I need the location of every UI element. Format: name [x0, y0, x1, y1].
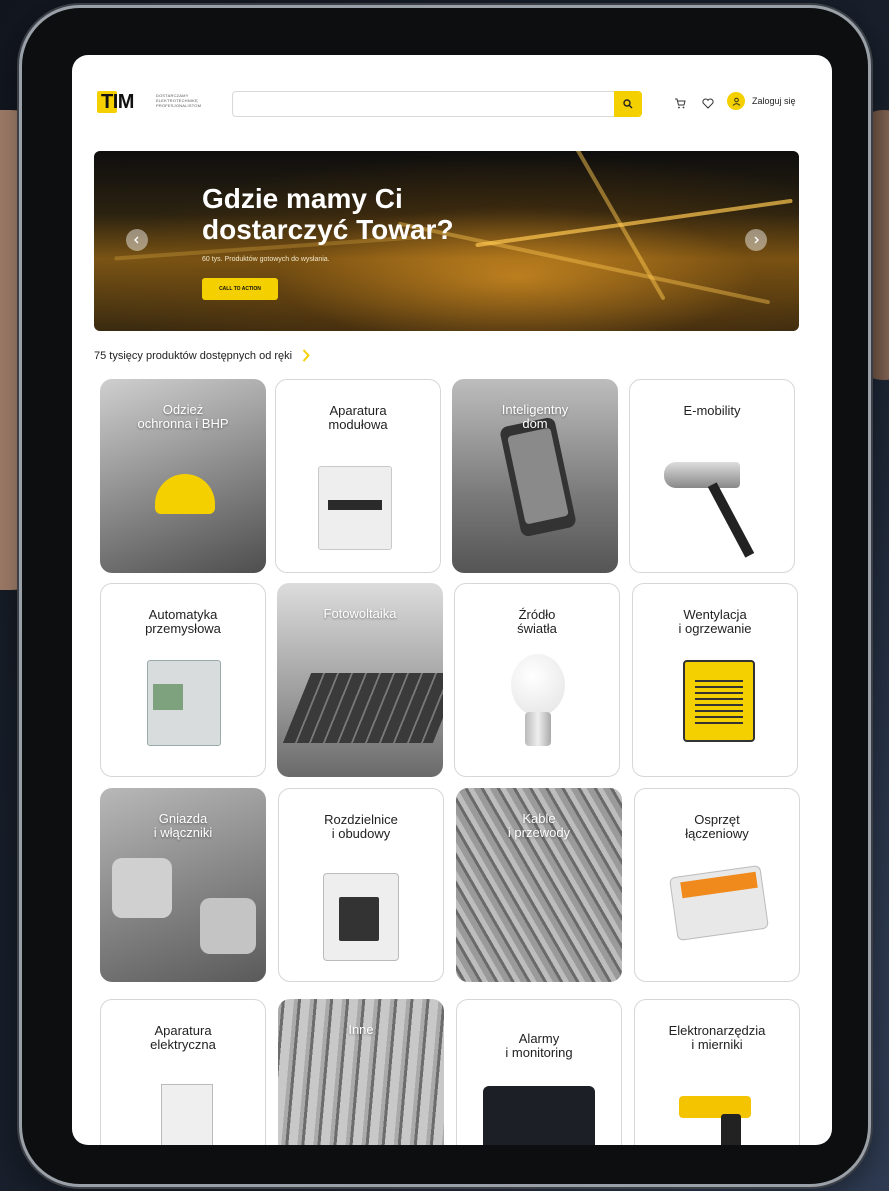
hero-title: Gdzie mamy Ci dostarczyć Towar? [202, 183, 454, 245]
category-card-zrodlo-swiatla[interactable]: Źródło światła [454, 583, 620, 777]
availability-strip[interactable]: 75 tysięcy produktów dostępnych od ręki [94, 349, 310, 362]
switch-image [200, 898, 256, 954]
category-card-e-mobility[interactable]: E-mobility [629, 379, 795, 573]
user-icon[interactable] [727, 92, 745, 110]
category-card-aparatura-modulowa[interactable]: Aparatura modułowa [275, 379, 441, 573]
category-label: Źródło światła [517, 607, 557, 636]
category-card-inne[interactable]: Inne [278, 999, 444, 1145]
search-button[interactable] [614, 91, 642, 117]
category-card-kable[interactable]: Kable i przewody [456, 788, 622, 982]
logo-tagline: DOSTARCZAMY ELEKTROTECHNIKĘ PROFESJONALI… [156, 93, 202, 108]
hero-next-button[interactable] [745, 229, 767, 251]
category-label: Osprzęt łączeniowy [685, 812, 749, 841]
category-card-fotowoltaika[interactable]: Fotowoltaika [277, 583, 443, 777]
site-header: TIM DOSTARCZAMY ELEKTROTECHNIKĘ PROFESJO… [72, 83, 832, 123]
hero-prev-button[interactable] [126, 229, 148, 251]
cart-icon[interactable] [672, 95, 688, 111]
chevron-left-icon [134, 236, 139, 244]
alarm-panel-image [483, 1086, 595, 1145]
category-label: Elektronarzędzia i mierniki [668, 1023, 766, 1052]
heater-grill [695, 680, 743, 724]
category-label: Fotowoltaika [323, 606, 397, 621]
category-card-osprzet[interactable]: Osprzęt łączeniowy [634, 788, 800, 982]
category-card-rozdzielnice[interactable]: Rozdzielnice i obudowy [278, 788, 444, 982]
chevron-right-icon [754, 236, 759, 244]
category-label: Alarmy i monitoring [505, 1031, 573, 1060]
solar-panel-image [282, 673, 443, 743]
hero-cta-button[interactable]: CALL TO ACTION [202, 278, 278, 300]
search-icon [623, 99, 633, 109]
category-label: E-mobility [683, 403, 741, 418]
category-card-inteligentny-dom[interactable]: Inteligentny dom [452, 379, 618, 573]
category-label: Odzież ochronna i BHP [137, 402, 229, 431]
category-card-gniazda[interactable]: Gniazda i włączniki [100, 788, 266, 982]
category-label: Aparatura modułowa [328, 403, 388, 432]
bulb-base [525, 712, 551, 746]
category-label: Kable i przewody [507, 811, 571, 840]
heart-icon[interactable] [700, 95, 716, 111]
category-card-odziez[interactable]: Odzież ochronna i BHP [100, 379, 266, 573]
category-label: Inne [348, 1022, 374, 1037]
tablet-device: TIM DOSTARCZAMY ELEKTROTECHNIKĘ PROFESJO… [22, 8, 868, 1184]
category-photo [278, 999, 444, 1145]
search-input[interactable] [232, 91, 642, 117]
category-card-alarmy[interactable]: Alarmy i monitoring [456, 999, 622, 1145]
hero-banner[interactable]: Gdzie mamy Ci dostarczyć Towar? 60 tys. … [94, 151, 799, 331]
category-label: Inteligentny dom [501, 402, 569, 431]
tablet-screen: TIM DOSTARCZAMY ELEKTROTECHNIKĘ PROFESJO… [72, 55, 832, 1145]
bulb-image [511, 654, 565, 716]
breaker-switch [328, 500, 382, 510]
login-link[interactable]: Zaloguj się [752, 96, 796, 106]
socket-image [112, 858, 172, 918]
category-card-automatyka[interactable]: Automatyka przemysłowa [100, 583, 266, 777]
category-card-elektronarzedzia[interactable]: Elektronarzędzia i mierniki [634, 999, 800, 1145]
enclosure-window [339, 897, 379, 941]
logo-text: TIM [101, 90, 134, 113]
plc-display [153, 684, 183, 710]
category-label: Aparatura elektryczna [150, 1023, 216, 1052]
hero-subtitle: 60 tys. Produktów gotowych do wysłania. [202, 256, 330, 263]
category-card-wentylacja[interactable]: Wentylacja i ogrzewanie [632, 583, 798, 777]
category-label: Wentylacja i ogrzewanie [678, 607, 752, 636]
category-label: Rozdzielnice i obudowy [324, 812, 398, 841]
chevron-right-icon [302, 349, 310, 362]
switchgear-image [161, 1084, 213, 1145]
category-label: Automatyka przemysłowa [145, 607, 221, 636]
category-card-aparatura-elektryczna[interactable]: Aparatura elektryczna [100, 999, 266, 1145]
charger-plug-image [664, 462, 740, 488]
drill-handle [721, 1114, 741, 1145]
tim-logo[interactable]: TIM [97, 89, 145, 115]
category-label: Gniazda i włączniki [153, 811, 213, 840]
availability-text: 75 tysięcy produktów dostępnych od ręki [94, 349, 293, 362]
charger-cable [707, 482, 755, 558]
